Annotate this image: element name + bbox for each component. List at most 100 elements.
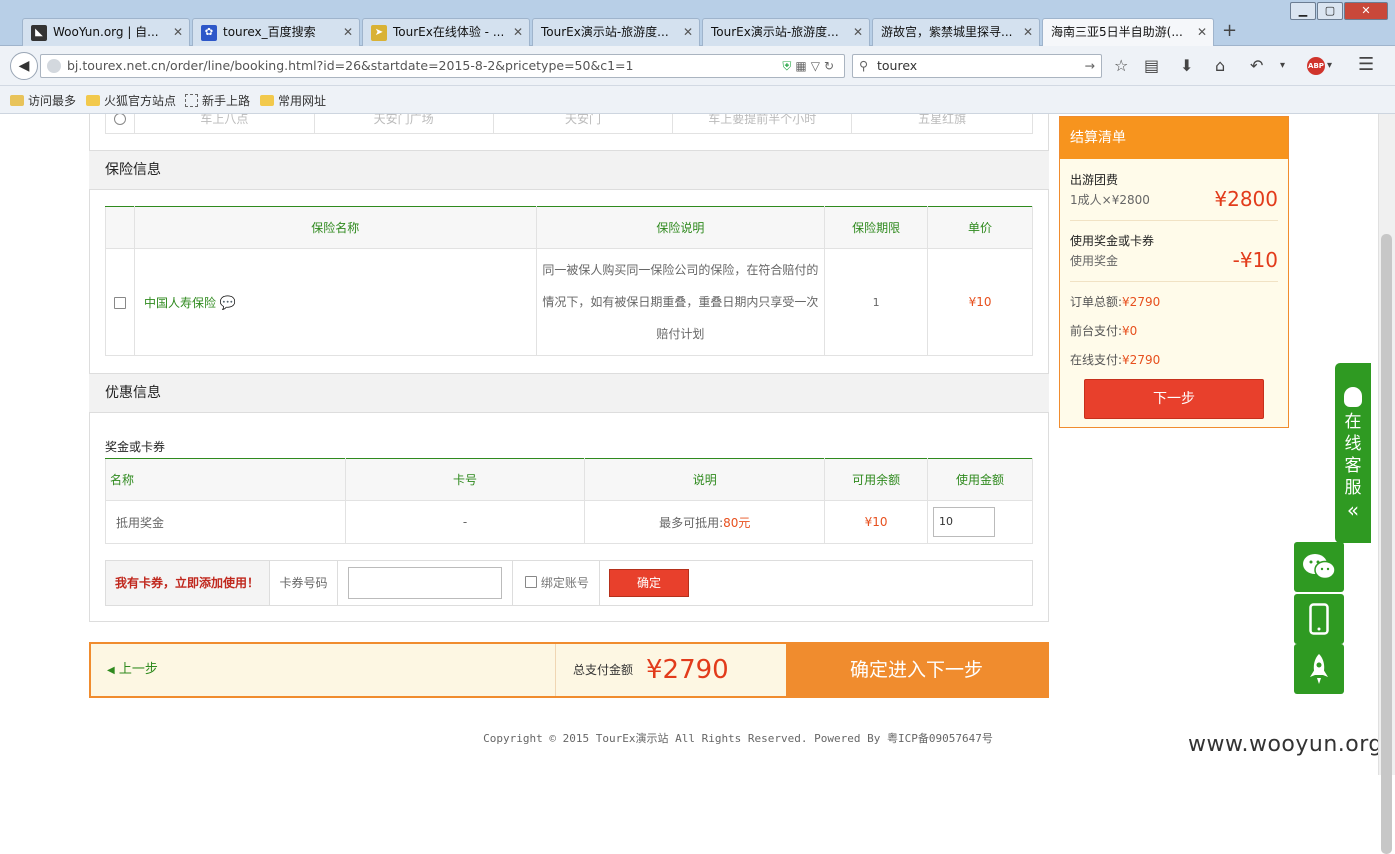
- table-cell: 天安门广场: [313, 114, 494, 134]
- description-line: 情况下，如有被保日期重叠，重叠日期内只享受一次: [542, 295, 819, 309]
- radio-button[interactable]: [113, 114, 126, 125]
- back-arrow-icon[interactable]: ◀: [10, 52, 38, 80]
- bind-account[interactable]: 绑定账号: [512, 561, 600, 605]
- close-icon[interactable]: ✕: [1197, 19, 1207, 46]
- adblock-icon[interactable]: ABP: [1307, 57, 1325, 75]
- close-icon[interactable]: ✕: [683, 19, 693, 46]
- tab-tourex-demo[interactable]: ➤ TourEx在线体验 - ... ✕: [362, 18, 530, 46]
- search-bar[interactable]: ⚲ tourex →: [852, 54, 1102, 78]
- caret-left-icon: ◀: [107, 665, 115, 676]
- shield-icon[interactable]: ⛨: [782, 59, 795, 73]
- bonus-use-amount-input[interactable]: 10: [933, 507, 996, 537]
- close-icon[interactable]: ✕: [343, 19, 353, 46]
- baidu-paw-icon: ✿: [201, 24, 217, 41]
- bookmarks-toolbar: 访问最多 火狐官方站点 新手上路 常用网址: [0, 86, 1395, 114]
- new-tab-button[interactable]: +: [1222, 20, 1237, 41]
- next-step-button[interactable]: 确定进入下一步: [786, 644, 1047, 696]
- bookmark-most-visited[interactable]: 访问最多: [10, 92, 76, 109]
- card-no-label: 卡券号码: [270, 561, 338, 605]
- tourex-icon: ➤: [371, 24, 387, 41]
- bookmark-firefox-site[interactable]: 火狐官方站点: [86, 92, 176, 109]
- rocket-back-to-top-icon[interactable]: [1294, 644, 1344, 694]
- table-cell: 车上八点: [133, 114, 315, 134]
- tab-hainan-active[interactable]: 海南三亚5日半自助游(... ✕: [1042, 18, 1214, 46]
- order-summary-panel: 结算清单 出游团费 1成人×¥2800 ¥2800 使用奖金或卡券 使用奖金 -…: [1059, 116, 1289, 428]
- tab-tourex-site-2[interactable]: TourEx演示站-旅游度... ✕: [702, 18, 870, 46]
- tab-baidu[interactable]: ✿ tourex_百度搜索 ✕: [192, 18, 360, 46]
- scrollbar-thumb[interactable]: [1381, 234, 1392, 854]
- maximize-button[interactable]: ▢: [1317, 2, 1343, 20]
- card-confirm-button[interactable]: 确定: [609, 569, 689, 597]
- bonus-subtitle: 奖金或卡券: [105, 440, 166, 454]
- insurance-name-link[interactable]: 中国人寿保险: [144, 296, 216, 310]
- bookmark-common-sites[interactable]: 常用网址: [260, 92, 326, 109]
- service-char: 服: [1344, 478, 1362, 498]
- summary-title: 结算清单: [1060, 117, 1288, 159]
- pickup-radio[interactable]: [105, 114, 135, 134]
- window-close-button[interactable]: ✕: [1344, 2, 1388, 20]
- menu-hamburger-icon[interactable]: ☰: [1358, 54, 1374, 75]
- prev-step-link[interactable]: ◀ 上一步: [107, 644, 158, 697]
- mobile-phone-icon[interactable]: [1294, 594, 1344, 644]
- close-icon[interactable]: ✕: [513, 19, 523, 46]
- dropdown-icon[interactable]: ▾: [1327, 60, 1332, 71]
- bind-account-checkbox[interactable]: [525, 576, 537, 588]
- close-icon[interactable]: ✕: [853, 19, 863, 46]
- search-input[interactable]: tourex: [877, 58, 917, 73]
- dropdown-icon[interactable]: ▾: [1280, 60, 1285, 71]
- close-icon[interactable]: ✕: [173, 19, 183, 46]
- reading-list-icon[interactable]: ▤: [1144, 56, 1159, 75]
- qr-code-icon[interactable]: ▦: [795, 59, 810, 73]
- tab-gugong[interactable]: 游故宫，紫禁城里探寻... ✕: [872, 18, 1040, 46]
- total-amount: ¥2790: [646, 655, 729, 685]
- online-pay-row: 在线支付:¥2790: [1070, 353, 1161, 367]
- undo-icon[interactable]: ↶: [1250, 56, 1263, 75]
- bookmark-getting-started[interactable]: 新手上路: [185, 92, 250, 109]
- copyright-text: Copyright © 2015 TourEx演示站 All Rights Re…: [483, 732, 993, 745]
- pickup-table: 车上八点 天安门广场 天安门 车上要提前半个小时 五星红旗: [105, 114, 1033, 134]
- search-go-arrow-icon[interactable]: →: [1085, 55, 1095, 77]
- chat-bubble-icon[interactable]: 💬: [220, 296, 236, 311]
- url-text: bj.tourex.net.cn/order/line/booking.html…: [67, 58, 634, 73]
- vertical-scrollbar[interactable]: [1378, 114, 1395, 854]
- card-entry-row: 我有卡券，立即添加使用！ 卡券号码 绑定账号 确定: [105, 560, 1033, 606]
- table-row: 中国人寿保险 💬 同一被保人购买同一保险公司的保险，在符合赔付的 情况下，如有被…: [105, 248, 1033, 356]
- table-cell: 车上要提前半个小时: [672, 114, 853, 134]
- description-line: 同一被保人购买同一保险公司的保险，在符合赔付的: [542, 263, 819, 277]
- dropdown-arrow-icon[interactable]: ▽: [811, 59, 824, 73]
- rocket-glyph: [1310, 654, 1328, 684]
- address-bar-icons: ⛨▦▽↻: [782, 55, 838, 77]
- tab-tourex-site-1[interactable]: TourEx演示站-旅游度... ✕: [532, 18, 700, 46]
- collapse-chevron-icon[interactable]: «: [1335, 499, 1371, 521]
- summary-next-button[interactable]: 下一步: [1084, 379, 1264, 419]
- watermark: www.wooyun.org: [1188, 732, 1383, 757]
- tour-fee-label: 出游团费: [1070, 173, 1119, 187]
- address-bar[interactable]: bj.tourex.net.cn/order/line/booking.html…: [40, 54, 845, 78]
- tab-label: TourEx演示站-旅游度...: [711, 25, 839, 39]
- table-header: 保险期限: [824, 206, 929, 249]
- reload-icon[interactable]: ↻: [824, 59, 838, 73]
- card-no-input[interactable]: [348, 567, 502, 599]
- insurance-checkbox-cell[interactable]: [105, 248, 135, 356]
- bonus-balance: ¥10: [824, 500, 929, 544]
- wechat-icon[interactable]: [1294, 542, 1344, 592]
- bookmark-folder-icon: [10, 95, 24, 106]
- search-icon: ⚲: [859, 58, 869, 73]
- close-icon[interactable]: ✕: [1023, 19, 1033, 46]
- service-char: 线: [1344, 434, 1362, 454]
- bonus-name: 抵用奖金: [105, 500, 346, 544]
- minimize-button[interactable]: ▁: [1290, 2, 1316, 20]
- tab-wooyun[interactable]: ◣ WooYun.org | 自... ✕: [22, 18, 190, 46]
- table-header: 可用余额: [824, 458, 929, 501]
- bookmark-star-icon[interactable]: ☆: [1114, 56, 1128, 75]
- insurance-checkbox[interactable]: [113, 296, 126, 309]
- download-icon[interactable]: ⬇: [1180, 56, 1193, 75]
- online-service-tab[interactable]: 在 线 客 服 «: [1335, 363, 1371, 543]
- insurance-term: 1: [824, 248, 929, 356]
- insurance-section-title: 保险信息: [89, 150, 1049, 190]
- tab-label: tourex_百度搜索: [223, 25, 316, 39]
- table-cell: 五星红旗: [851, 114, 1033, 134]
- home-icon[interactable]: ⌂: [1215, 56, 1225, 75]
- globe-icon: [47, 59, 61, 73]
- folder-icon: [86, 95, 100, 106]
